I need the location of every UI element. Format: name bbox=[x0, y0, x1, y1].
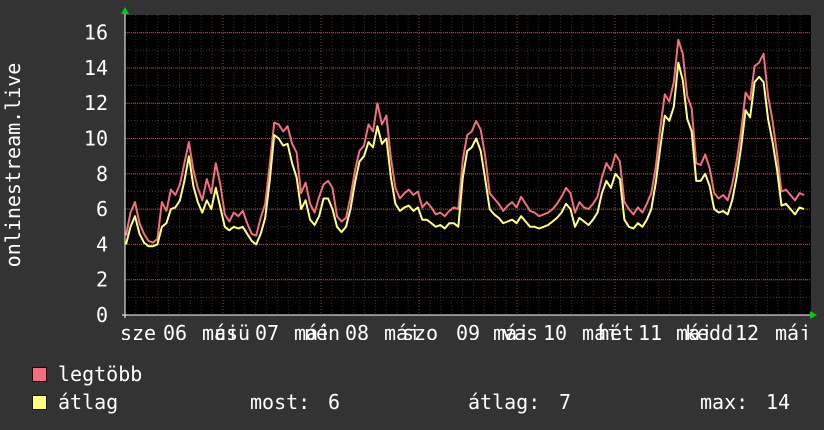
x-tick-label: 07 bbox=[255, 321, 279, 340]
y-axis-arrow-icon bbox=[121, 7, 129, 14]
x-tick-label: 08 bbox=[345, 321, 369, 340]
x-tick-label: hét bbox=[598, 321, 634, 340]
x-axis-arrow-icon bbox=[810, 311, 817, 319]
y-tick-label: 2 bbox=[96, 268, 108, 292]
x-tick-label: szo bbox=[402, 321, 438, 340]
x-tick-label: 06 bbox=[163, 321, 187, 340]
legend-row-avg: átlag most: 6 átlag: 7 max: 14 bbox=[0, 390, 824, 414]
x-tick-label: 10 bbox=[543, 321, 567, 340]
x-ticks: sze 06 májcsü 07 májpén 08 májszo 09 májvas 10 máj… bbox=[120, 321, 811, 340]
x-tick-label: máj bbox=[775, 321, 811, 340]
x-tick-label: 09 bbox=[456, 321, 480, 340]
y-tick-label: 10 bbox=[84, 127, 108, 151]
y-tick-label: 8 bbox=[96, 162, 108, 186]
legend-swatch-avg bbox=[32, 395, 47, 410]
stat-max-value: 14 bbox=[766, 390, 791, 414]
y-tick-label: 0 bbox=[96, 303, 108, 327]
x-tick-label: kedd bbox=[685, 321, 733, 340]
y-tick-label: 14 bbox=[84, 56, 108, 80]
chart: 0246810121416 sze 06 májcsü 07 májpén 08 májsz… bbox=[1, 7, 817, 340]
legend-row-max: legtöbb bbox=[0, 362, 824, 386]
stat-avg-value: 7 bbox=[559, 390, 572, 414]
y-tick-label: 6 bbox=[96, 197, 108, 221]
y-tick-label: 4 bbox=[96, 232, 108, 256]
stat-max-label: max: bbox=[700, 390, 749, 414]
x-tick-label: 12 bbox=[735, 321, 759, 340]
x-tick-label: pén bbox=[304, 321, 340, 340]
x-tick-label: csü bbox=[214, 321, 250, 340]
x-tick-label: 11 bbox=[638, 321, 662, 340]
y-axis-label: onlinestream.live bbox=[1, 63, 25, 268]
legend-swatch-max bbox=[32, 367, 47, 382]
legend-label-avg: átlag bbox=[58, 390, 119, 414]
x-tick-label: sze bbox=[120, 321, 156, 340]
stat-avg-label: átlag: bbox=[468, 390, 541, 414]
y-tick-label: 12 bbox=[84, 91, 108, 115]
stat-now-value: 6 bbox=[328, 390, 341, 414]
legend-label-max: legtöbb bbox=[58, 362, 143, 386]
y-tick-label: 16 bbox=[84, 21, 108, 45]
stat-now-label: most: bbox=[250, 390, 311, 414]
x-tick-label: vas bbox=[502, 321, 538, 340]
